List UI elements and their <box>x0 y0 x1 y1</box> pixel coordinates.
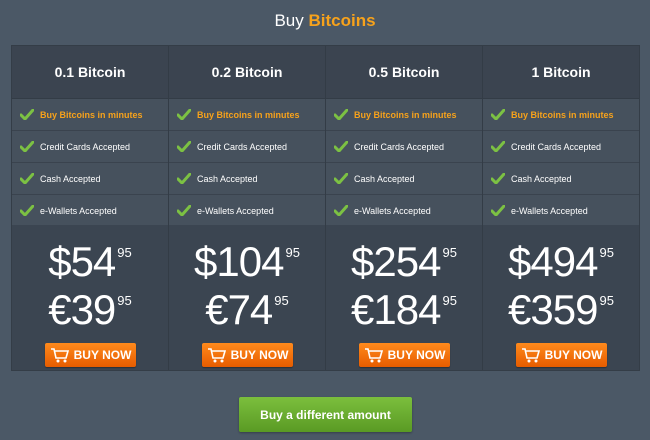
feature-label: Cash Accepted <box>354 173 415 184</box>
pricing-column-0-5-btc: 0.5 Bitcoin Buy Bitcoins in minutes Cred… <box>326 46 483 370</box>
feature-label: e-Wallets Accepted <box>40 205 117 216</box>
feature-label: Buy Bitcoins in minutes <box>40 109 143 120</box>
price-usd: $254 95 <box>351 238 457 285</box>
check-icon <box>491 141 505 152</box>
check-icon <box>177 141 191 152</box>
shopping-cart-icon <box>364 348 383 363</box>
pricing-column-1-btc: 1 Bitcoin Buy Bitcoins in minutes Credit… <box>483 46 639 370</box>
buy-now-label: BUY NOW <box>544 348 603 362</box>
feature-row: e-Wallets Accepted <box>12 195 168 227</box>
plan-name: 0.5 Bitcoin <box>326 46 482 99</box>
feature-row: Cash Accepted <box>483 163 639 195</box>
plan-name: 1 Bitcoin <box>483 46 639 99</box>
feature-row: Buy Bitcoins in minutes <box>12 99 168 131</box>
title-prefix: Buy <box>274 11 304 30</box>
buy-different-amount-button[interactable]: Buy a different amount <box>239 397 412 432</box>
price-eur: €184 95 <box>351 286 457 333</box>
feature-row: Credit Cards Accepted <box>169 131 325 163</box>
pricing-column-0-2-btc: 0.2 Bitcoin Buy Bitcoins in minutes Cred… <box>169 46 326 370</box>
feature-row: Credit Cards Accepted <box>12 131 168 163</box>
check-icon <box>334 141 348 152</box>
check-icon <box>491 109 505 120</box>
feature-label: e-Wallets Accepted <box>511 205 588 216</box>
price-block: $54 95 €39 95 BUY NOW <box>12 225 168 370</box>
price-block: $104 95 €74 95 BUY NOW <box>169 225 325 370</box>
buy-now-button[interactable]: BUY NOW <box>359 343 450 367</box>
feature-label: Cash Accepted <box>511 173 572 184</box>
buy-now-button[interactable]: BUY NOW <box>202 343 293 367</box>
feature-row: e-Wallets Accepted <box>169 195 325 227</box>
feature-row: Buy Bitcoins in minutes <box>483 99 639 131</box>
buy-now-label: BUY NOW <box>387 348 446 362</box>
price-eur: €359 95 <box>508 286 614 333</box>
price-usd: $104 95 <box>194 238 300 285</box>
price-block: $254 95 €184 95 BUY NOW <box>326 225 482 370</box>
title-accent: Bitcoins <box>308 11 376 30</box>
feature-row: Buy Bitcoins in minutes <box>169 99 325 131</box>
check-icon <box>20 205 34 216</box>
feature-label: Credit Cards Accepted <box>197 141 288 152</box>
check-icon <box>334 109 348 120</box>
plan-name: 0.1 Bitcoin <box>12 46 168 99</box>
plan-name: 0.2 Bitcoin <box>169 46 325 99</box>
check-icon <box>20 173 34 184</box>
feature-label: Buy Bitcoins in minutes <box>511 109 614 120</box>
feature-row: Cash Accepted <box>326 163 482 195</box>
feature-label: Buy Bitcoins in minutes <box>197 109 300 120</box>
feature-row: e-Wallets Accepted <box>483 195 639 227</box>
feature-row: Credit Cards Accepted <box>326 131 482 163</box>
buy-now-button[interactable]: BUY NOW <box>45 343 136 367</box>
feature-label: Buy Bitcoins in minutes <box>354 109 457 120</box>
feature-row: Credit Cards Accepted <box>483 131 639 163</box>
check-icon <box>491 173 505 184</box>
check-icon <box>334 173 348 184</box>
check-icon <box>20 109 34 120</box>
feature-label: Credit Cards Accepted <box>40 141 131 152</box>
check-icon <box>491 205 505 216</box>
buy-now-label: BUY NOW <box>230 348 289 362</box>
pricing-table: 0.1 Bitcoin Buy Bitcoins in minutes Cred… <box>11 45 640 371</box>
shopping-cart-icon <box>207 348 226 363</box>
feature-label: e-Wallets Accepted <box>197 205 274 216</box>
shopping-cart-icon <box>521 348 540 363</box>
price-eur: €74 95 <box>205 286 289 333</box>
feature-row: Cash Accepted <box>169 163 325 195</box>
check-icon <box>177 205 191 216</box>
check-icon <box>20 141 34 152</box>
buy-now-label: BUY NOW <box>73 348 132 362</box>
feature-row: e-Wallets Accepted <box>326 195 482 227</box>
price-eur: €39 95 <box>48 286 132 333</box>
price-usd: $54 95 <box>48 238 132 285</box>
feature-label: e-Wallets Accepted <box>354 205 431 216</box>
feature-label: Cash Accepted <box>40 173 101 184</box>
buy-now-button[interactable]: BUY NOW <box>516 343 607 367</box>
feature-row: Cash Accepted <box>12 163 168 195</box>
feature-row: Buy Bitcoins in minutes <box>326 99 482 131</box>
feature-label: Credit Cards Accepted <box>354 141 445 152</box>
page-title: Buy Bitcoins <box>0 10 650 32</box>
feature-label: Cash Accepted <box>197 173 258 184</box>
price-usd: $494 95 <box>508 238 614 285</box>
check-icon <box>177 173 191 184</box>
feature-label: Credit Cards Accepted <box>511 141 602 152</box>
shopping-cart-icon <box>50 348 69 363</box>
check-icon <box>334 205 348 216</box>
pricing-column-0-1-btc: 0.1 Bitcoin Buy Bitcoins in minutes Cred… <box>12 46 169 370</box>
check-icon <box>177 109 191 120</box>
price-block: $494 95 €359 95 BUY NOW <box>483 225 639 370</box>
